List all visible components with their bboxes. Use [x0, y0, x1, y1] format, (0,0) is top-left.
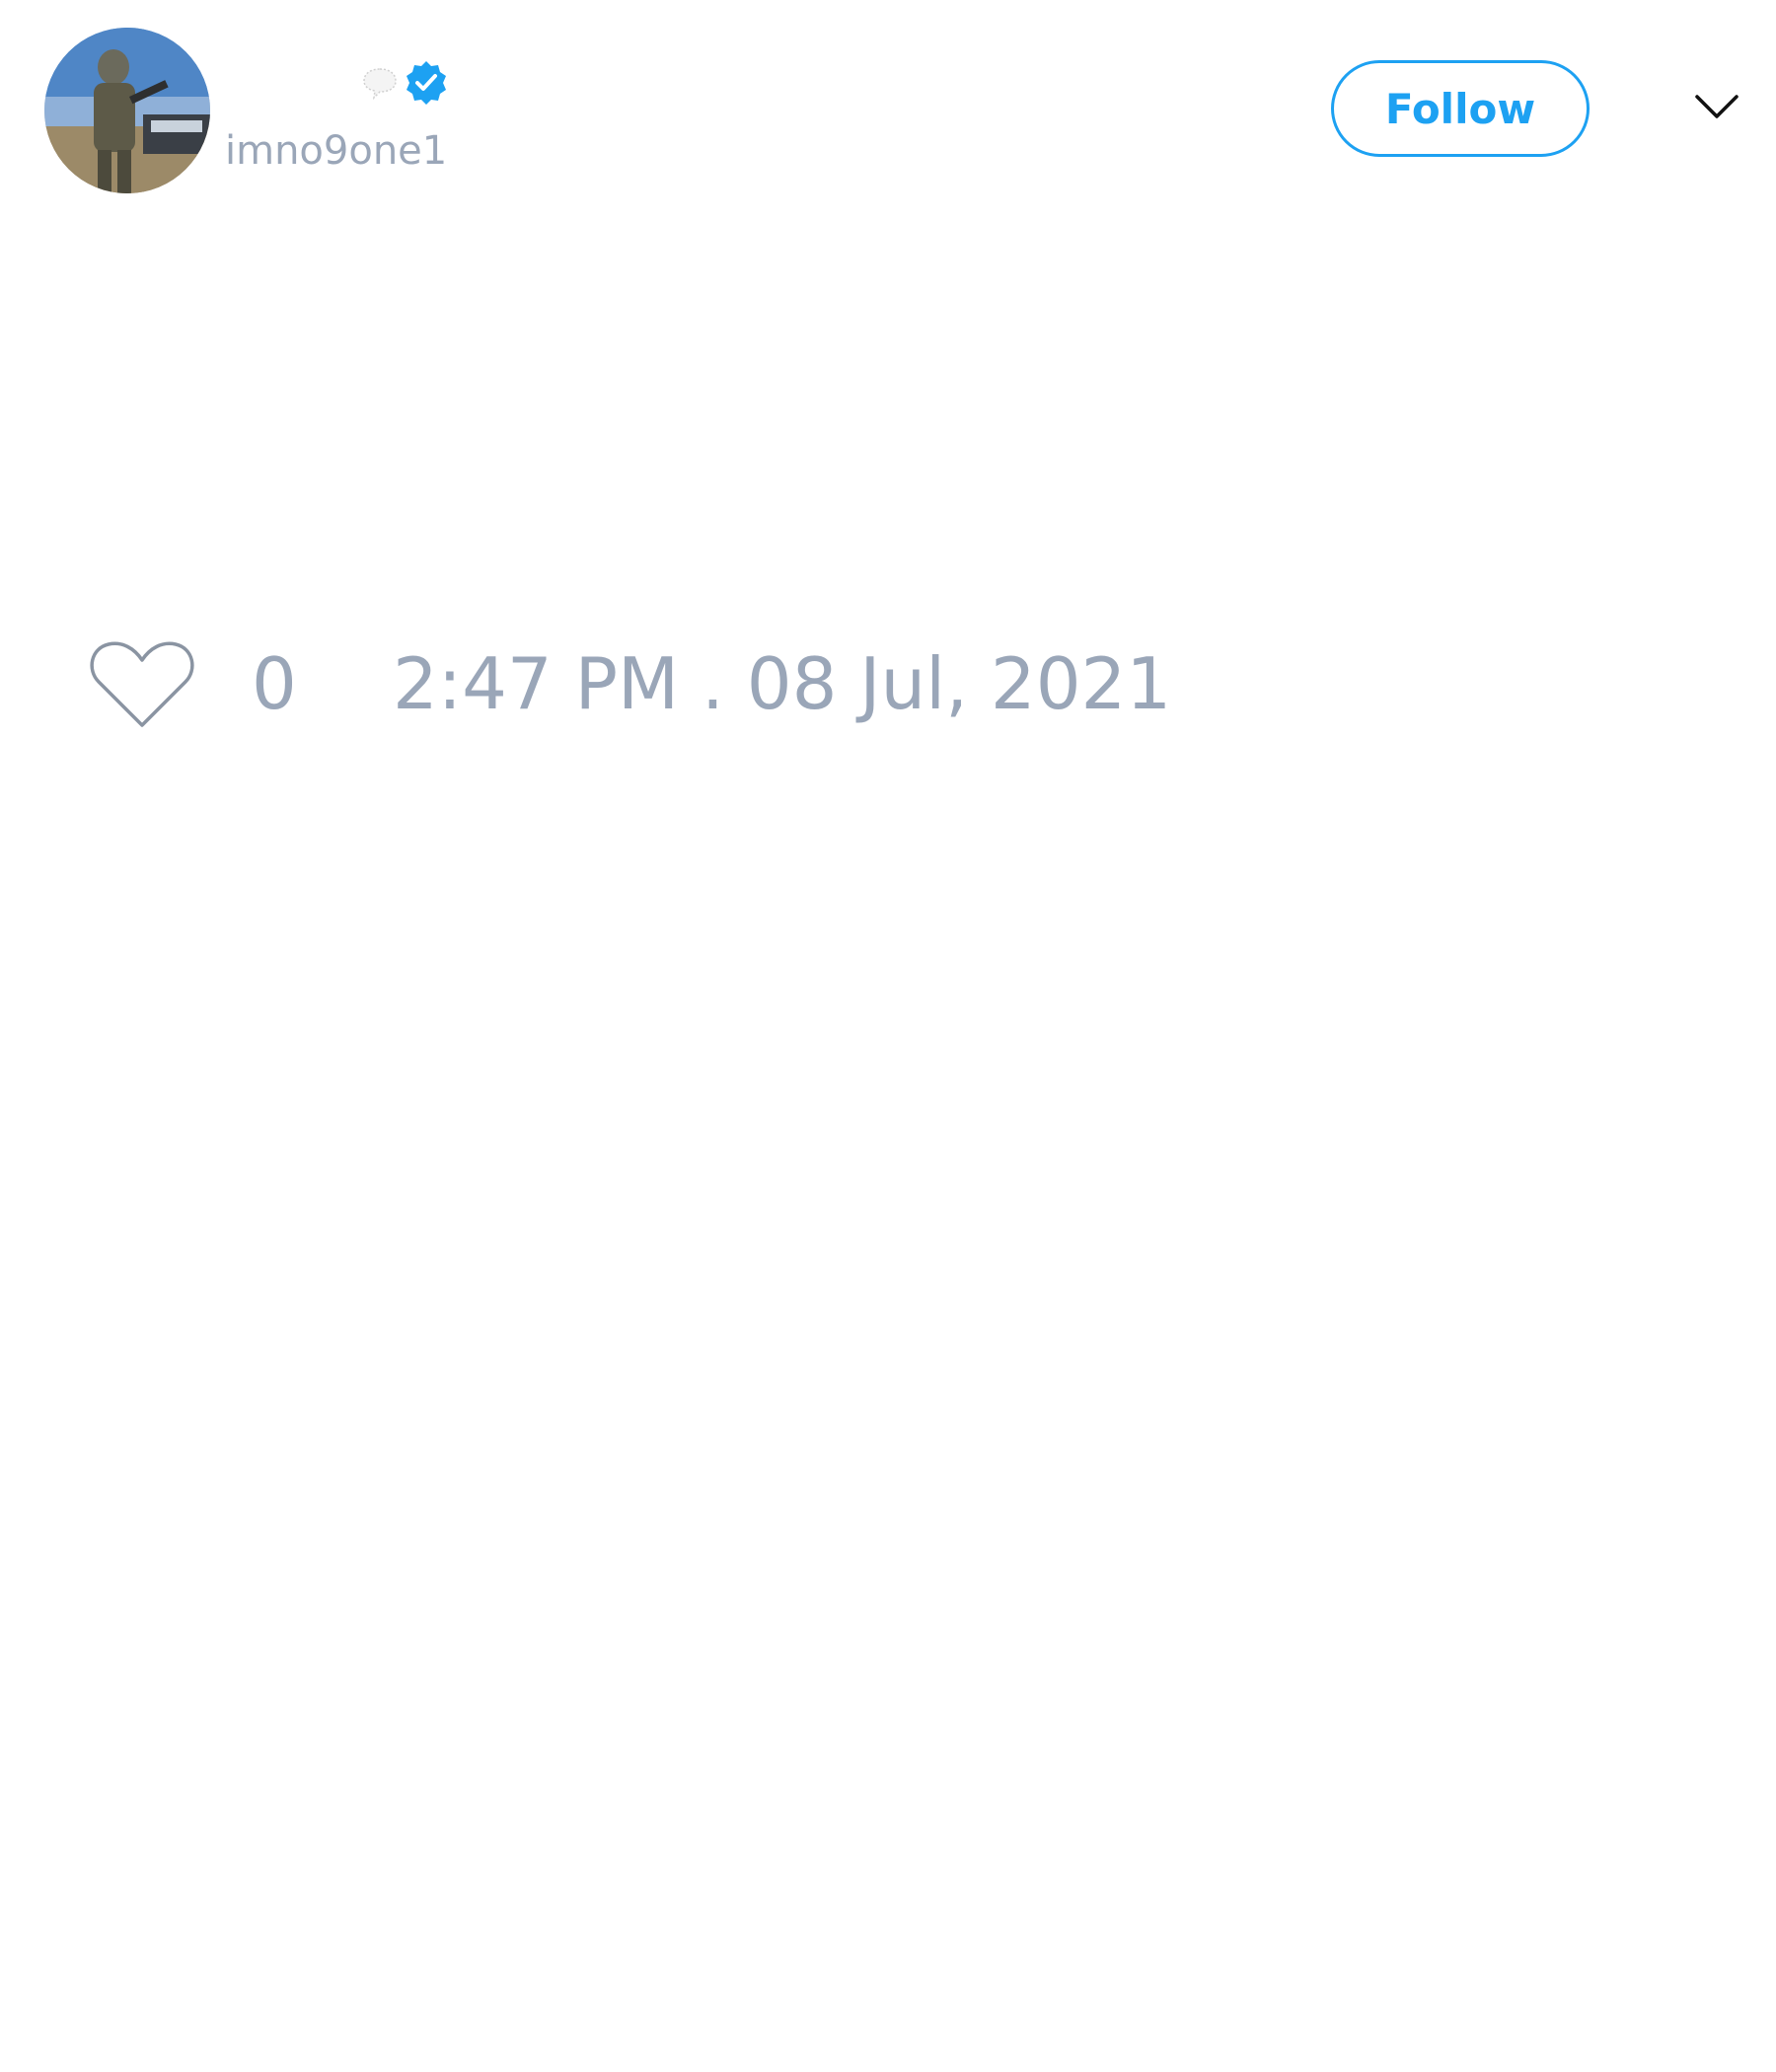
user-handle[interactable]: imno9one1 [225, 125, 447, 177]
verified-icon [407, 61, 446, 105]
avatar[interactable] [44, 28, 210, 193]
avatar-photo [44, 28, 210, 193]
speech-balloon-icon [363, 68, 397, 101]
tweet-timestamp[interactable]: 2:47 PM . 08 Jul, 2021 [393, 642, 1171, 725]
follow-button[interactable]: Follow [1331, 60, 1590, 157]
heart-icon[interactable] [89, 636, 195, 731]
chevron-down-icon[interactable] [1693, 89, 1740, 124]
like-count: 0 [252, 642, 297, 725]
name-row [361, 57, 450, 109]
